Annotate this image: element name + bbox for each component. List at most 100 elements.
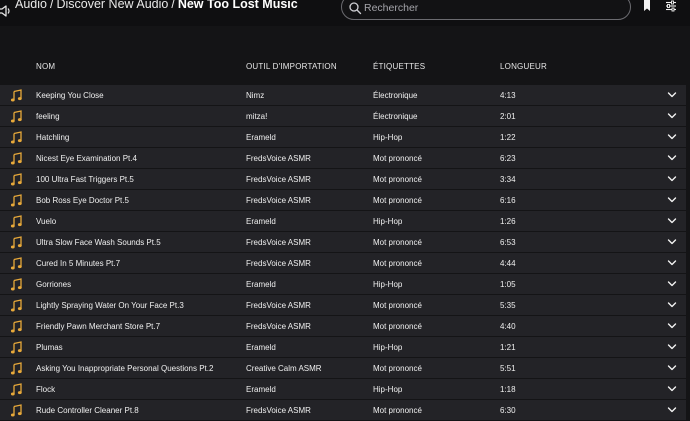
- table-row[interactable]: Ultra Slow Face Wash Sounds Pt.5 FredsVoi…: [0, 232, 686, 253]
- track-tag[interactable]: Mot prononcé: [373, 364, 422, 373]
- track-name[interactable]: Bob Ross Eye Doctor Pt.5: [36, 196, 129, 205]
- chevron-down-icon[interactable]: [667, 175, 677, 183]
- track-length: 1:22: [500, 133, 516, 142]
- track-tag[interactable]: Hip-Hop: [373, 385, 402, 394]
- table-row[interactable]: Plumas Erameld Hip-Hop 1:21: [0, 337, 686, 358]
- track-name[interactable]: Nicest Eye Examination Pt.4: [36, 154, 137, 163]
- track-uploader[interactable]: Nimz: [246, 91, 264, 100]
- table-row[interactable]: Nicest Eye Examination Pt.4 FredsVoice AS…: [0, 148, 686, 169]
- track-tag[interactable]: Mot prononcé: [373, 322, 422, 331]
- track-uploader[interactable]: Erameld: [246, 217, 276, 226]
- track-uploader[interactable]: Erameld: [246, 133, 276, 142]
- column-header-length[interactable]: LONGUEUR: [500, 62, 547, 71]
- breadcrumb-discover[interactable]: Discover New Audio: [56, 0, 168, 11]
- table-row[interactable]: Asking You Inappropriate Personal Questi…: [0, 358, 686, 379]
- bookmark-icon[interactable]: [641, 0, 653, 12]
- table-row[interactable]: feeling mitza! Électronique 2:01: [0, 106, 686, 127]
- track-uploader[interactable]: mitza!: [246, 112, 267, 121]
- track-tag[interactable]: Mot prononcé: [373, 259, 422, 268]
- music-note-icon: [10, 383, 22, 396]
- chevron-down-icon[interactable]: [667, 238, 677, 246]
- chevron-down-icon[interactable]: [667, 259, 677, 267]
- track-uploader[interactable]: FredsVoice ASMR: [246, 154, 311, 163]
- search-box[interactable]: [341, 0, 631, 20]
- track-name[interactable]: Friendly Pawn Merchant Store Pt.7: [36, 322, 160, 331]
- track-name[interactable]: Gorriones: [36, 280, 71, 289]
- track-uploader[interactable]: FredsVoice ASMR: [246, 322, 311, 331]
- column-header-tags[interactable]: ÉTIQUETTES: [373, 62, 425, 71]
- track-uploader[interactable]: FredsVoice ASMR: [246, 259, 311, 268]
- breadcrumb-audio[interactable]: Audio: [15, 0, 47, 11]
- track-name[interactable]: Ultra Slow Face Wash Sounds Pt.5: [36, 238, 161, 247]
- chevron-down-icon[interactable]: [667, 196, 677, 204]
- track-name[interactable]: Flock: [36, 385, 55, 394]
- chevron-down-icon[interactable]: [667, 385, 677, 393]
- table-row[interactable]: Friendly Pawn Merchant Store Pt.7 FredsVo…: [0, 316, 686, 337]
- chevron-down-icon[interactable]: [667, 322, 677, 330]
- track-tag[interactable]: Mot prononcé: [373, 196, 422, 205]
- search-input[interactable]: [364, 1, 619, 15]
- chevron-down-icon[interactable]: [667, 301, 677, 309]
- breadcrumb-current: New Too Lost Music: [177, 0, 298, 11]
- track-tag[interactable]: Mot prononcé: [373, 238, 422, 247]
- track-name[interactable]: 100 Ultra Fast Triggers Pt.5: [36, 175, 134, 184]
- track-uploader[interactable]: FredsVoice ASMR: [246, 175, 311, 184]
- table-row[interactable]: Cured In 5 Minutes Pt.7 FredsVoice ASMR Mo…: [0, 253, 686, 274]
- chevron-down-icon[interactable]: [667, 217, 677, 225]
- chevron-down-icon[interactable]: [667, 280, 677, 288]
- chevron-down-icon[interactable]: [667, 133, 677, 141]
- breadcrumb-separator: /: [171, 0, 175, 11]
- track-length: 6:23: [500, 154, 516, 163]
- track-uploader[interactable]: FredsVoice ASMR: [246, 301, 311, 310]
- table-row[interactable]: Bob Ross Eye Doctor Pt.5 FredsVoice ASMR M…: [0, 190, 686, 211]
- track-name[interactable]: Rude Controller Cleaner Pt.8: [36, 406, 139, 415]
- track-name[interactable]: Cured In 5 Minutes Pt.7: [36, 259, 120, 268]
- breadcrumb: Audio / Discover New Audio / New Too Lost Mu…: [15, 0, 298, 11]
- track-name[interactable]: Plumas: [36, 343, 63, 352]
- track-uploader[interactable]: FredsVoice ASMR: [246, 406, 311, 415]
- table-row[interactable]: Gorriones Erameld Hip-Hop 1:05: [0, 274, 686, 295]
- chevron-down-icon[interactable]: [667, 406, 677, 414]
- track-tag[interactable]: Mot prononcé: [373, 154, 422, 163]
- track-name[interactable]: Keeping You Close: [36, 91, 104, 100]
- track-name[interactable]: feeling: [36, 112, 60, 121]
- track-uploader[interactable]: Erameld: [246, 280, 276, 289]
- table-row[interactable]: Flock Erameld Hip-Hop 1:18: [0, 379, 686, 400]
- table-row[interactable]: Keeping You Close Nimz Électronique 4:13: [0, 85, 686, 106]
- column-header-name[interactable]: NOM: [36, 62, 55, 71]
- track-length: 3:34: [500, 175, 516, 184]
- table-row[interactable]: Rude Controller Cleaner Pt.8 FredsVoice A…: [0, 400, 686, 421]
- track-name[interactable]: Vuelo: [36, 217, 56, 226]
- track-length: 1:05: [500, 280, 516, 289]
- column-header-uploader[interactable]: OUTIL D'IMPORTATION: [246, 62, 337, 71]
- table-row[interactable]: Vuelo Erameld Hip-Hop 1:26: [0, 211, 686, 232]
- track-name[interactable]: Asking You Inappropriate Personal Questi…: [36, 364, 213, 373]
- track-tag[interactable]: Électronique: [373, 112, 417, 121]
- table-row[interactable]: Hatchling Erameld Hip-Hop 1:22: [0, 127, 686, 148]
- chevron-down-icon[interactable]: [667, 91, 677, 99]
- track-uploader[interactable]: Erameld: [246, 385, 276, 394]
- table-row[interactable]: Lightly Spraying Water On Your Face Pt.3…: [0, 295, 686, 316]
- track-length: 6:30: [500, 406, 516, 415]
- track-tag[interactable]: Électronique: [373, 91, 417, 100]
- track-tag[interactable]: Hip-Hop: [373, 280, 402, 289]
- track-tag[interactable]: Hip-Hop: [373, 133, 402, 142]
- track-tag[interactable]: Mot prononcé: [373, 301, 422, 310]
- track-name[interactable]: Lightly Spraying Water On Your Face Pt.3: [36, 301, 184, 310]
- speaker-icon[interactable]: [0, 3, 13, 19]
- chevron-down-icon[interactable]: [667, 364, 677, 372]
- track-uploader[interactable]: FredsVoice ASMR: [246, 196, 311, 205]
- track-uploader[interactable]: Erameld: [246, 343, 276, 352]
- chevron-down-icon[interactable]: [667, 112, 677, 120]
- track-tag[interactable]: Hip-Hop: [373, 343, 402, 352]
- chevron-down-icon[interactable]: [667, 154, 677, 162]
- track-name[interactable]: Hatchling: [36, 133, 69, 142]
- track-tag[interactable]: Hip-Hop: [373, 217, 402, 226]
- track-uploader[interactable]: FredsVoice ASMR: [246, 238, 311, 247]
- track-tag[interactable]: Mot prononcé: [373, 406, 422, 415]
- track-uploader[interactable]: Creative Calm ASMR: [246, 364, 322, 373]
- table-row[interactable]: 100 Ultra Fast Triggers Pt.5 FredsVoice A…: [0, 169, 686, 190]
- chevron-down-icon[interactable]: [667, 343, 677, 351]
- sliders-icon[interactable]: [665, 0, 677, 12]
- track-tag[interactable]: Mot prononcé: [373, 175, 422, 184]
